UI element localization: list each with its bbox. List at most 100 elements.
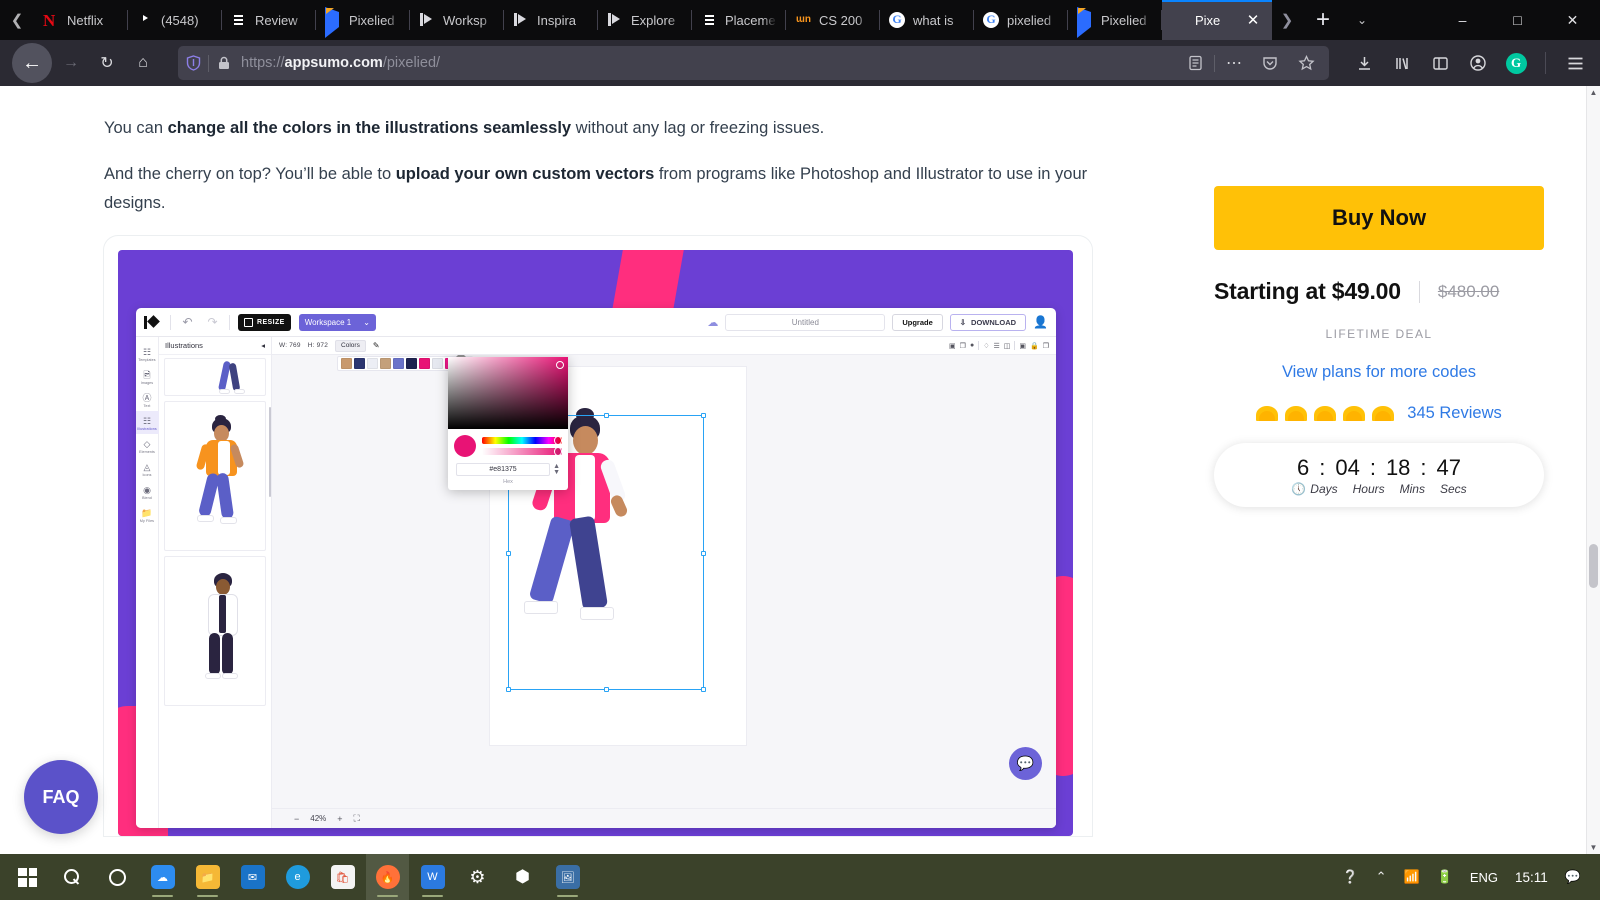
group-icon[interactable]: ▣	[1019, 342, 1026, 350]
colors-button[interactable]: Colors	[335, 339, 366, 352]
tab-cs200[interactable]: ɯn CS 200	[786, 0, 880, 40]
color-swatch[interactable]	[432, 358, 443, 369]
firefox-button[interactable]: 🔥	[366, 854, 409, 900]
picker-handle[interactable]	[556, 361, 564, 369]
duplicate-icon[interactable]: ❐	[960, 342, 966, 350]
color-swatch[interactable]	[406, 358, 417, 369]
shield-icon[interactable]	[184, 55, 202, 71]
resize-handle[interactable]	[701, 551, 706, 556]
library-icon[interactable]	[1385, 46, 1419, 80]
sidebar-item-my-files[interactable]: 📁 My Files	[136, 503, 159, 526]
alpha-slider[interactable]	[482, 447, 562, 456]
upgrade-button[interactable]: Upgrade	[892, 313, 943, 331]
slider-handle[interactable]	[554, 447, 562, 456]
list-item[interactable]	[164, 401, 266, 551]
wifi-icon[interactable]: 📶	[1396, 869, 1426, 885]
color-swatch[interactable]	[354, 358, 365, 369]
photos-button[interactable]: 🖼	[546, 854, 589, 900]
hamburger-menu-icon[interactable]	[1558, 46, 1592, 80]
opacity-icon[interactable]: ●	[970, 342, 974, 349]
close-window-button[interactable]: ✕	[1545, 0, 1600, 40]
reviews-link[interactable]: 345 Reviews	[1407, 404, 1501, 423]
zoom-out-button[interactable]: −	[294, 814, 299, 824]
saturation-value-area[interactable]	[448, 357, 568, 429]
store-button[interactable]: 🛍	[321, 854, 364, 900]
sidebar-item-templates[interactable]: ☷ Templates	[136, 342, 159, 365]
collapse-left-icon[interactable]: ◂	[261, 341, 265, 350]
tab-explore[interactable]: Explore	[598, 0, 692, 40]
zoom-in-button[interactable]: +	[337, 814, 342, 824]
wps-office-button[interactable]: W	[411, 854, 454, 900]
show-hidden-icons-chevron[interactable]: ⌃	[1369, 869, 1394, 885]
copy-icon[interactable]: ❐	[1043, 342, 1049, 350]
tab-appsumo-active[interactable]: Pixe ✕	[1162, 0, 1272, 40]
file-explorer-button[interactable]: 📁	[186, 854, 229, 900]
crop-icon[interactable]: ▣	[949, 342, 956, 350]
undo-icon[interactable]: ↶	[179, 315, 196, 329]
downloads-icon[interactable]	[1347, 46, 1381, 80]
redo-icon[interactable]: ↷	[204, 315, 221, 329]
tab-placeme[interactable]: Placeme	[692, 0, 786, 40]
buy-now-button[interactable]: Buy Now	[1214, 186, 1544, 250]
resize-handle[interactable]	[506, 551, 511, 556]
slider-handle[interactable]	[554, 436, 562, 445]
search-button[interactable]	[51, 854, 94, 900]
reader-view-icon[interactable]	[1178, 46, 1212, 80]
close-icon[interactable]: ✕	[1243, 10, 1263, 30]
tab-review[interactable]: Review	[222, 0, 316, 40]
back-icon[interactable]: ←	[12, 43, 52, 83]
tab-pixelied-1[interactable]: Pixelied	[316, 0, 410, 40]
url-text[interactable]: https://appsumo.com/pixelied/	[239, 55, 1172, 71]
pencil-icon[interactable]: ✎	[373, 341, 380, 350]
sidebar-item-illustrations[interactable]: ☷ Illustrations	[136, 411, 159, 434]
tab-scroll-right-icon[interactable]: ❯	[1272, 0, 1302, 40]
bookmark-star-icon[interactable]	[1289, 46, 1323, 80]
user-avatar-icon[interactable]: 👤	[1033, 315, 1048, 329]
edge-button[interactable]: e	[276, 854, 319, 900]
chat-bubble-icon[interactable]: 💬	[1009, 747, 1042, 780]
scrollbar-thumb[interactable]	[1589, 544, 1598, 588]
resize-handle[interactable]	[506, 687, 511, 692]
color-swatch[interactable]	[393, 358, 404, 369]
maximize-button[interactable]: □	[1490, 0, 1545, 40]
faq-button[interactable]: FAQ	[24, 760, 98, 834]
cortana-button[interactable]	[96, 854, 139, 900]
fit-screen-icon[interactable]: ⛶	[354, 813, 360, 824]
sidebar-item-icons[interactable]: ◬ Icons	[136, 457, 159, 480]
tab-netflix[interactable]: N Netflix	[34, 0, 128, 40]
color-swatch[interactable]	[341, 358, 352, 369]
tab-inspiration[interactable]: Inspira	[504, 0, 598, 40]
new-tab-button[interactable]: +	[1302, 0, 1344, 40]
resize-handle[interactable]	[701, 687, 706, 692]
hex-input[interactable]: #e81375	[456, 463, 551, 476]
minimize-button[interactable]: –	[1435, 0, 1490, 40]
color-swatch[interactable]	[380, 358, 391, 369]
panel-scrollbar[interactable]	[269, 407, 271, 497]
document-title-input[interactable]: Untitled	[725, 313, 886, 331]
layers-icon[interactable]: ☰	[993, 342, 999, 350]
color-swatch-selected[interactable]	[419, 358, 430, 369]
grammarly-icon[interactable]: G	[1499, 46, 1533, 80]
resize-handle[interactable]	[604, 687, 609, 692]
list-all-tabs-icon[interactable]: ⌄	[1344, 0, 1380, 40]
sidebar-item-blend[interactable]: ◉ Blend	[136, 480, 159, 503]
help-alert-icon[interactable]: ❔	[1335, 869, 1365, 885]
tab-pixelied-2[interactable]: Pixelied	[1068, 0, 1162, 40]
app-button[interactable]: ⬢	[501, 854, 544, 900]
settings-button[interactable]: ⚙	[456, 854, 499, 900]
clock[interactable]: 15:11	[1508, 870, 1555, 885]
sidebar-item-elements[interactable]: ◇ Elements	[136, 434, 159, 457]
lock-icon[interactable]: 🔒	[1030, 342, 1039, 350]
battery-icon[interactable]: 🔋	[1430, 869, 1460, 885]
onedrive-button[interactable]: ☁	[141, 854, 184, 900]
hue-slider[interactable]	[482, 436, 562, 445]
page-scrollbar[interactable]: ▲ ▼	[1586, 86, 1600, 854]
pocket-icon[interactable]	[1253, 46, 1287, 80]
sidebar-item-images[interactable]: 🖻 Images	[136, 365, 159, 388]
flip-icon[interactable]: ◫	[1004, 342, 1011, 350]
start-button[interactable]	[6, 854, 49, 900]
url-bar[interactable]: https://appsumo.com/pixelied/ ⋯	[178, 46, 1329, 80]
list-item[interactable]	[164, 556, 266, 706]
mail-button[interactable]: ✉	[231, 854, 274, 900]
sidebar-icon[interactable]	[1423, 46, 1457, 80]
